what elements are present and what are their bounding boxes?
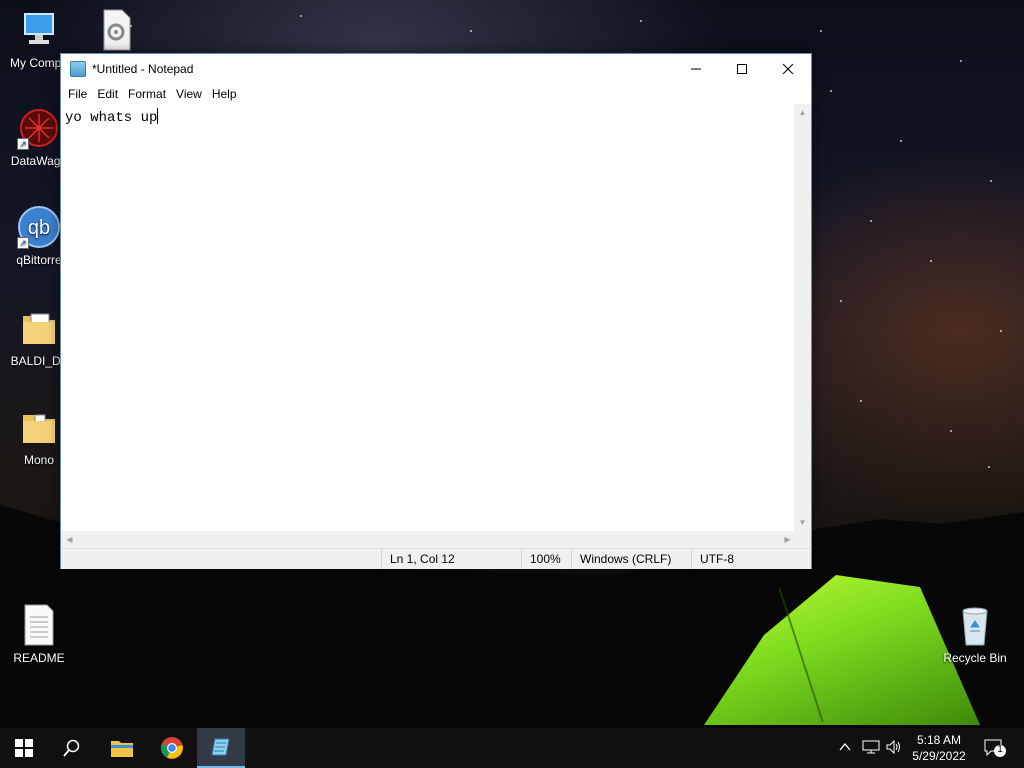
- title-bar[interactable]: *Untitled - Notepad: [61, 54, 811, 84]
- clock-date: 5/29/2022: [912, 749, 966, 763]
- clock-time: 5:18 AM: [916, 733, 962, 747]
- start-button[interactable]: [0, 728, 48, 768]
- desktop-icon-readme[interactable]: README: [1, 603, 77, 665]
- folder-icon: [17, 405, 61, 449]
- notification-count-badge: 1: [997, 744, 1003, 755]
- start-icon: [15, 739, 33, 757]
- file-explorer-icon: [111, 741, 133, 757]
- status-spacer: [61, 549, 381, 569]
- maximize-icon: [737, 64, 747, 74]
- status-line-ending: Windows (CRLF): [571, 549, 691, 569]
- minimize-button[interactable]: [673, 54, 719, 84]
- shortcut-arrow-icon: ↗: [17, 138, 29, 150]
- menu-help[interactable]: Help: [207, 84, 242, 104]
- scroll-left-icon[interactable]: ◀: [61, 531, 78, 548]
- text-document-icon: [17, 603, 61, 647]
- system-clock[interactable]: 5:18 AM 5/29/2022: [902, 732, 976, 764]
- desktop-icon-recycle-bin[interactable]: Recycle Bin: [937, 603, 1013, 665]
- text-editor[interactable]: yo whats up: [61, 104, 796, 531]
- network-icon[interactable]: [862, 740, 880, 757]
- status-zoom: 100%: [521, 549, 571, 569]
- notepad-window[interactable]: *Untitled - Notepad File Edit Format Vie…: [60, 53, 812, 569]
- minimize-icon: [691, 68, 701, 70]
- qbittorrent-glyph-text: qb: [28, 217, 50, 239]
- qbittorrent-icon: qb ↗: [17, 205, 61, 249]
- scroll-up-icon[interactable]: ▲: [794, 104, 811, 121]
- computer-icon: [17, 8, 61, 52]
- desktop-icon-settings-file[interactable]: [78, 8, 154, 56]
- menu-format[interactable]: Format: [123, 84, 171, 104]
- horizontal-scrollbar[interactable]: ◀ ▶: [61, 531, 796, 548]
- settings-file-icon: [94, 8, 138, 52]
- scrollbar-corner: [794, 531, 811, 548]
- maximize-button[interactable]: [719, 54, 765, 84]
- taskbar-file-explorer[interactable]: [98, 728, 146, 768]
- notification-center-button[interactable]: 1: [983, 738, 1007, 761]
- search-icon: [63, 739, 80, 757]
- taskbar-notepad[interactable]: [197, 728, 245, 768]
- chrome-icon: [160, 737, 183, 759]
- status-cursor-position: Ln 1, Col 12: [381, 549, 521, 569]
- status-encoding: UTF-8: [691, 549, 809, 569]
- status-bar: Ln 1, Col 12 100% Windows (CRLF) UTF-8: [61, 548, 811, 569]
- close-icon: [782, 63, 794, 75]
- taskbar-chrome[interactable]: [148, 728, 196, 768]
- notepad-icon: [70, 61, 86, 77]
- window-title: *Untitled - Notepad: [92, 62, 194, 76]
- taskbar: 5:18 AM 5/29/2022 1: [0, 728, 1024, 768]
- desktop-icon-label: Recycle Bin: [943, 651, 1007, 665]
- menu-edit[interactable]: Edit: [92, 84, 123, 104]
- folder-icon: [17, 306, 61, 350]
- datawagon-icon: ↗: [17, 106, 61, 150]
- tray-overflow-chevron-icon[interactable]: [839, 740, 851, 755]
- shortcut-arrow-icon: ↗: [17, 237, 29, 249]
- notepad-icon: [211, 738, 230, 756]
- search-button[interactable]: [48, 728, 96, 768]
- editor-content-line: yo whats up: [65, 108, 159, 126]
- menu-bar: File Edit Format View Help: [61, 84, 811, 104]
- menu-view[interactable]: View: [171, 84, 207, 104]
- desktop-icon-label: README: [13, 651, 65, 665]
- scroll-down-icon[interactable]: ▼: [794, 514, 811, 531]
- vertical-scrollbar[interactable]: ▲ ▼: [794, 104, 811, 531]
- editor-text: yo whats up: [65, 110, 158, 126]
- volume-icon[interactable]: [885, 739, 903, 757]
- recycle-bin-icon: [953, 603, 997, 647]
- text-caret: [157, 108, 159, 124]
- menu-file[interactable]: File: [63, 84, 92, 104]
- close-button[interactable]: [765, 54, 811, 84]
